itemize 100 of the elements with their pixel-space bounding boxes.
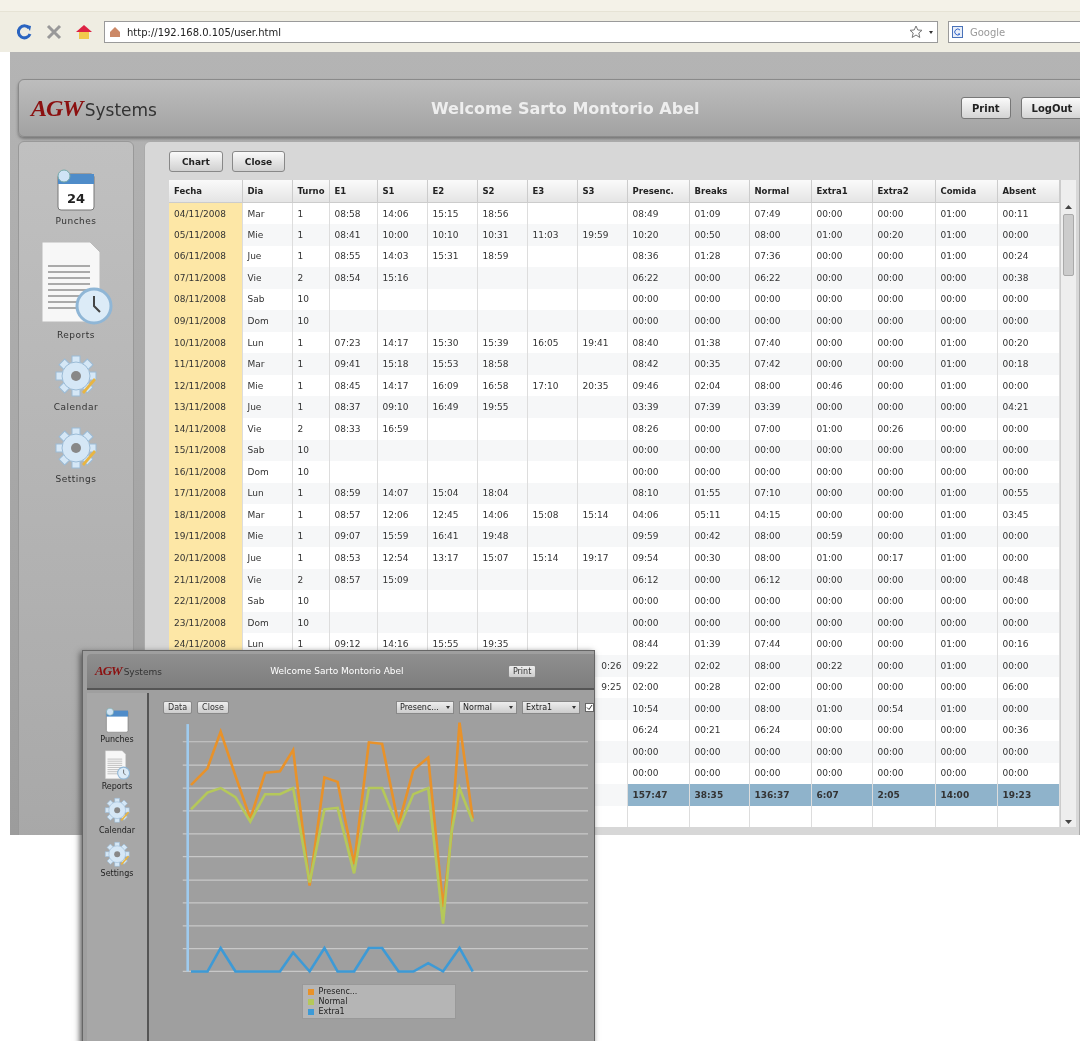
table-cell: 00:00 <box>811 461 872 483</box>
series-select[interactable]: Extra1 <box>522 701 580 714</box>
table-cell: 06/11/2008 <box>169 245 242 268</box>
column-header[interactable]: Normal <box>749 180 811 203</box>
table-cell: 00:00 <box>749 310 811 332</box>
sidebar-item[interactable]: Reports <box>101 782 133 792</box>
chart-button[interactable]: Chart <box>169 151 223 172</box>
table-cell: 00:00 <box>872 461 935 483</box>
table-cell: 15:14 <box>527 547 577 569</box>
close-button[interactable]: Close <box>231 151 286 172</box>
table-cell: 00:00 <box>872 267 935 289</box>
table-cell: 10:00 <box>377 224 427 246</box>
table-cell: 10/11/2008 <box>169 331 242 354</box>
table-cell: 01:00 <box>935 224 997 246</box>
table-cell: 07:39 <box>689 396 749 418</box>
column-header[interactable]: S2 <box>477 180 527 203</box>
table-cell: 09:54 <box>627 547 689 569</box>
table-cell: 05/11/2008 <box>169 224 242 246</box>
column-header[interactable]: Fecha <box>169 180 242 203</box>
stop-icon[interactable] <box>44 22 64 42</box>
table-cell: 1 <box>292 353 329 375</box>
table-cell: 00:00 <box>811 504 872 526</box>
column-header[interactable]: E3 <box>527 180 577 203</box>
table-cell: 00:00 <box>935 396 997 418</box>
column-header[interactable]: S3 <box>577 180 627 203</box>
caret-icon <box>509 706 513 709</box>
table-cell: 09:41 <box>329 353 377 375</box>
sidebar-item[interactable]: Calendar <box>99 825 135 835</box>
sidebar-item[interactable]: Punches <box>100 735 134 745</box>
column-header[interactable]: Breaks <box>689 180 749 203</box>
reload-icon[interactable] <box>14 22 34 42</box>
scroll-thumb[interactable] <box>1062 214 1074 276</box>
column-header[interactable]: Extra2 <box>872 180 935 203</box>
table-cell: 08:37 <box>329 396 377 418</box>
table-cell: Dom <box>242 461 292 483</box>
column-header[interactable]: Presenc. <box>627 180 689 203</box>
series-select[interactable]: Presenc... <box>396 701 454 714</box>
column-header[interactable]: Absent <box>997 180 1059 203</box>
total-cell: 19:23 <box>997 784 1059 806</box>
home-icon[interactable] <box>74 22 94 42</box>
column-header[interactable]: Comida <box>935 180 997 203</box>
table-cell: 00:00 <box>811 396 872 418</box>
site-icon <box>109 26 121 38</box>
table-cell: 00:00 <box>689 461 749 483</box>
sidebar-item[interactable]: Calendar <box>53 402 99 412</box>
table-cell: 15:08 <box>527 504 577 526</box>
total-cell: 14:00 <box>935 784 997 806</box>
table-cell: Jue <box>242 547 292 569</box>
logout-button[interactable]: LogOut <box>1020 97 1080 119</box>
table-cell: 00:00 <box>872 633 935 655</box>
table-cell: 11/11/2008 <box>169 353 242 375</box>
close-button[interactable]: Close <box>197 701 229 714</box>
table-cell: 15:14 <box>577 504 627 526</box>
sidebar-item[interactable]: Reports <box>57 330 95 340</box>
table-cell: 22/11/2008 <box>169 590 242 612</box>
table-cell: 14/11/2008 <box>169 417 242 440</box>
column-header[interactable]: Turno <box>292 180 329 203</box>
table-cell: 06:22 <box>749 267 811 289</box>
table-cell: 07/11/2008 <box>169 267 242 289</box>
column-header[interactable]: Extra1 <box>811 180 872 203</box>
url-field[interactable]: http://192.168.0.105/user.html <box>104 21 938 43</box>
table-cell: 04:15 <box>749 504 811 526</box>
table-cell: 00:00 <box>935 267 997 289</box>
print-button[interactable]: Print <box>507 664 537 678</box>
column-header[interactable]: Dia <box>242 180 292 203</box>
table-cell: 00:17 <box>872 547 935 569</box>
table-cell: 00:00 <box>872 353 935 375</box>
print-button[interactable]: Print <box>961 97 1011 119</box>
sidebar-item[interactable]: Settings <box>55 474 97 484</box>
gear-pencil-icon <box>103 840 131 868</box>
table-cell: 00:00 <box>811 353 872 375</box>
star-icon[interactable] <box>909 25 923 39</box>
sidebar-item[interactable]: Settings <box>100 869 134 879</box>
gear-pencil-icon <box>103 797 131 824</box>
column-header[interactable]: E2 <box>427 180 477 203</box>
table-cell: 00:30 <box>689 547 749 569</box>
table-cell: 00:00 <box>811 590 872 612</box>
welcome-title: Welcome Sarto Montorio Abel <box>431 98 701 118</box>
table-cell: 00:00 <box>872 396 935 418</box>
table-cell: 03:45 <box>997 504 1059 526</box>
table-cell: 10:10 <box>427 224 477 246</box>
table-cell: 00:00 <box>627 310 689 332</box>
table-cell: 00:00 <box>811 741 872 763</box>
total-cell: 2:05 <box>872 784 935 806</box>
table-cell: 2 <box>292 267 329 289</box>
series-select[interactable]: Normal <box>459 701 517 714</box>
table-cell: 07:42 <box>749 353 811 375</box>
calendar-icon <box>103 707 131 734</box>
data-button[interactable]: Data <box>163 701 193 714</box>
checkbox[interactable] <box>585 703 594 712</box>
table-cell: 00:00 <box>935 590 997 612</box>
table-cell: 01:00 <box>935 353 997 375</box>
sidebar-item[interactable]: Punches <box>55 216 97 226</box>
table-cell: 12:45 <box>427 504 477 526</box>
table-cell: 00:18 <box>997 353 1059 375</box>
column-header[interactable]: S1 <box>377 180 427 203</box>
table-cell: 00:00 <box>935 461 997 483</box>
table-cell: 00:00 <box>689 590 749 612</box>
column-header[interactable]: E1 <box>329 180 377 203</box>
table-cell: 09/11/2008 <box>169 310 242 332</box>
